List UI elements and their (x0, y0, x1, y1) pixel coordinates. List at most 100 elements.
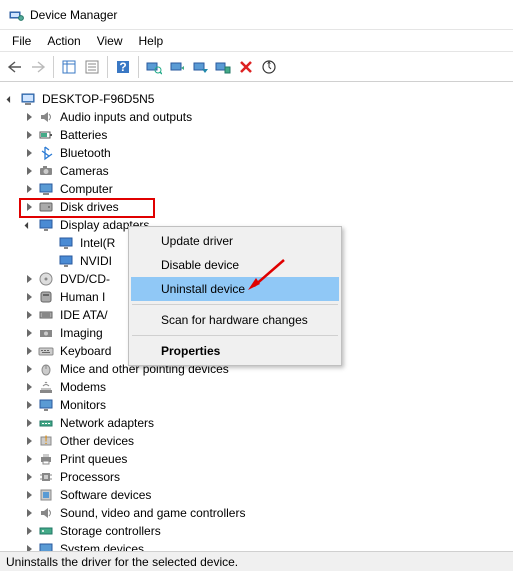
context-separator (132, 335, 338, 336)
menu-help[interactable]: Help (131, 32, 172, 50)
forward-button[interactable] (27, 56, 49, 78)
context-update-driver[interactable]: Update driver (131, 229, 339, 253)
context-separator (132, 304, 338, 305)
tree-item-label: Disk drives (58, 199, 121, 215)
tree-item[interactable]: System devices (0, 540, 513, 551)
tree-item[interactable]: ! Other devices (0, 432, 513, 450)
speaker-icon (38, 109, 54, 125)
tree-root[interactable]: DESKTOP-F96D5N5 (0, 90, 513, 108)
menu-action[interactable]: Action (39, 32, 88, 50)
tree-item-label: Modems (58, 379, 108, 395)
context-scan-hardware[interactable]: Scan for hardware changes (131, 308, 339, 332)
expand-caret-icon[interactable] (22, 182, 36, 196)
tree-item[interactable]: Audio inputs and outputs (0, 108, 513, 126)
context-menu: Update driver Disable device Uninstall d… (128, 226, 342, 366)
tree-root-label: DESKTOP-F96D5N5 (40, 91, 156, 107)
tree-item[interactable]: Network adapters (0, 414, 513, 432)
tree-item-label: Batteries (58, 127, 109, 143)
tree-item-label: IDE ATA/ (58, 307, 110, 323)
uninstall-device-button[interactable] (212, 56, 234, 78)
toolbar-separator (53, 56, 54, 78)
expand-caret-icon[interactable] (22, 146, 36, 160)
back-button[interactable] (4, 56, 26, 78)
expand-caret-icon[interactable] (4, 92, 18, 106)
expand-caret-icon[interactable] (22, 434, 36, 448)
status-bar: Uninstalls the driver for the selected d… (0, 551, 513, 571)
expand-caret-icon[interactable] (22, 524, 36, 538)
expand-caret-icon[interactable] (22, 416, 36, 430)
expand-caret-icon[interactable] (22, 398, 36, 412)
sound-icon (38, 505, 54, 521)
toolbar-separator (107, 56, 108, 78)
svg-text:!: ! (44, 433, 47, 447)
app-icon (8, 7, 24, 23)
scan-hardware-button[interactable] (143, 56, 165, 78)
update-driver-button[interactable] (166, 56, 188, 78)
show-hide-tree-button[interactable] (58, 56, 80, 78)
expand-caret-icon[interactable] (22, 218, 36, 232)
properties-button[interactable] (81, 56, 103, 78)
tree-item[interactable]: Cameras (0, 162, 513, 180)
bluetooth-icon (38, 145, 54, 161)
expand-caret-icon[interactable] (22, 488, 36, 502)
tree-item-label: Monitors (58, 397, 108, 413)
tree-item[interactable]: Bluetooth (0, 144, 513, 162)
title-bar: Device Manager (0, 0, 513, 30)
context-properties[interactable]: Properties (131, 339, 339, 363)
svg-text:?: ? (119, 60, 126, 74)
ide-icon (38, 307, 54, 323)
toolbar-separator (138, 56, 139, 78)
tree-item-label: Other devices (58, 433, 136, 449)
modem-icon (38, 379, 54, 395)
tree-item[interactable]: Modems (0, 378, 513, 396)
expand-caret-icon[interactable] (22, 164, 36, 178)
menu-bar: File Action View Help (0, 30, 513, 52)
keyboard-icon (38, 343, 54, 359)
tree-item[interactable]: Sound, video and game controllers (0, 504, 513, 522)
tree-item-label: Intel(R (78, 235, 117, 251)
expand-caret-icon[interactable] (22, 326, 36, 340)
pc-icon (38, 181, 54, 197)
expand-caret-icon[interactable] (22, 380, 36, 394)
network-icon (38, 415, 54, 431)
tree-item[interactable]: Storage controllers (0, 522, 513, 540)
tree-item[interactable]: Processors (0, 468, 513, 486)
tree-item[interactable]: Disk drives (0, 198, 513, 216)
other-icon: ! (38, 433, 54, 449)
spacer (42, 254, 56, 268)
imaging-icon (38, 325, 54, 341)
menu-file[interactable]: File (4, 32, 39, 50)
expand-caret-icon[interactable] (22, 344, 36, 358)
tree-item[interactable]: Software devices (0, 486, 513, 504)
cpu-icon (38, 469, 54, 485)
help-button[interactable]: ? (112, 56, 134, 78)
disable-device-button[interactable] (189, 56, 211, 78)
hid-icon (38, 289, 54, 305)
expand-caret-icon[interactable] (22, 470, 36, 484)
context-uninstall-device[interactable]: Uninstall device (131, 277, 339, 301)
scan-changes-button[interactable] (258, 56, 280, 78)
tree-item-label: Imaging (58, 325, 105, 341)
tree-item[interactable]: Batteries (0, 126, 513, 144)
tree-item[interactable]: Monitors (0, 396, 513, 414)
monitor-icon (38, 397, 54, 413)
expand-caret-icon[interactable] (22, 200, 36, 214)
delete-button[interactable] (235, 56, 257, 78)
expand-caret-icon[interactable] (22, 362, 36, 376)
computer-icon (20, 91, 36, 107)
expand-caret-icon[interactable] (22, 290, 36, 304)
expand-caret-icon[interactable] (22, 110, 36, 124)
expand-caret-icon[interactable] (22, 272, 36, 286)
expand-caret-icon[interactable] (22, 506, 36, 520)
expand-caret-icon[interactable] (22, 128, 36, 142)
tree-item[interactable]: Computer (0, 180, 513, 198)
expand-caret-icon[interactable] (22, 452, 36, 466)
expand-caret-icon[interactable] (22, 308, 36, 322)
tree-item[interactable]: Print queues (0, 450, 513, 468)
context-disable-device[interactable]: Disable device (131, 253, 339, 277)
battery-icon (38, 127, 54, 143)
menu-view[interactable]: View (89, 32, 131, 50)
tree-item-label: Cameras (58, 163, 111, 179)
window-title: Device Manager (30, 8, 117, 22)
expand-caret-icon[interactable] (22, 542, 36, 551)
